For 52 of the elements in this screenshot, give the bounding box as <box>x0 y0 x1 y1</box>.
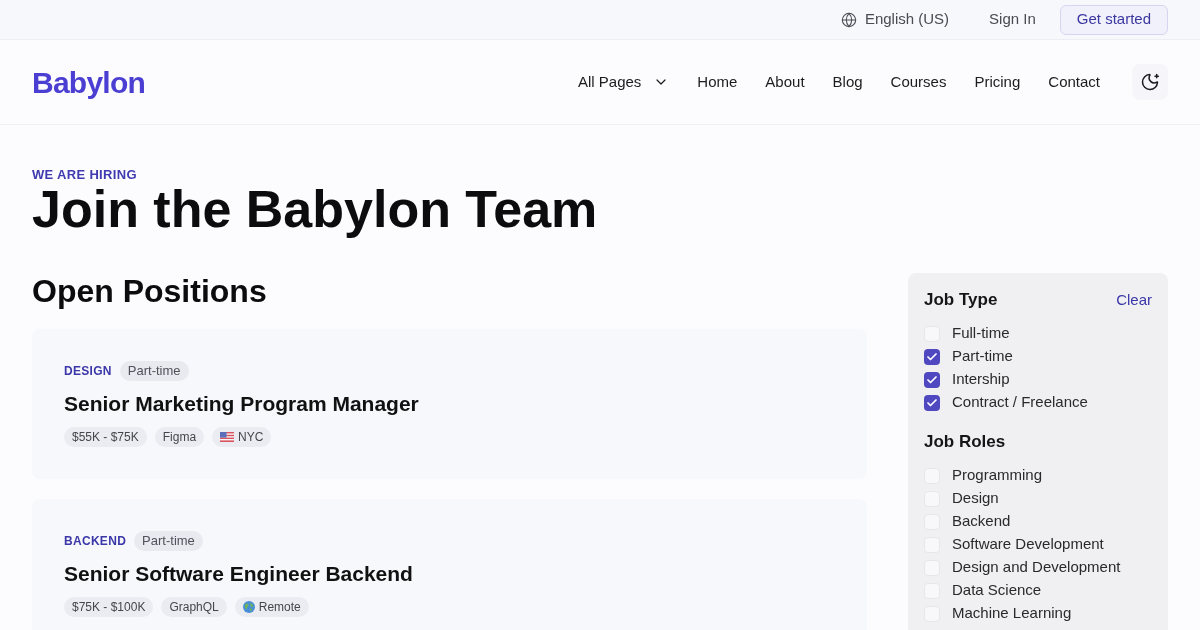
section-heading: Open Positions <box>32 273 268 309</box>
moon-icon <box>1140 72 1160 92</box>
skill-tag: Figma <box>154 427 205 447</box>
filter-option-label[interactable]: Intership <box>952 368 1010 391</box>
salary-tag: $55K - $75K <box>64 427 147 447</box>
flag-icon <box>220 432 235 442</box>
filter-heading: Job Roles <box>924 431 1006 454</box>
job-category: DESIGN <box>64 363 112 380</box>
nav-dropdown[interactable]: All Pages <box>577 70 670 94</box>
check-icon <box>926 350 938 363</box>
filter-option-label[interactable]: Backend <box>952 510 1011 533</box>
nav-link[interactable]: Blog <box>832 70 863 94</box>
check-icon <box>926 396 938 409</box>
eyebrow-text: WE ARE HIRING <box>32 167 138 183</box>
nav-link[interactable]: Home <box>697 70 738 94</box>
theme-toggle[interactable] <box>1132 64 1168 100</box>
job-type-badge: Part-time <box>134 531 203 551</box>
sign-in-link[interactable]: Sign In <box>989 8 1036 31</box>
filter-option-label[interactable]: Full-time <box>952 322 1010 345</box>
nav-link[interactable]: Pricing <box>974 70 1021 94</box>
skill-tag: GraphQL <box>161 597 227 617</box>
salary-tag: $75K - $100K <box>64 597 154 617</box>
checkbox[interactable] <box>924 371 940 388</box>
clear-link[interactable]: Clear <box>1116 288 1152 312</box>
filter-option-label[interactable]: Design <box>952 487 999 510</box>
location-text: NYC <box>238 429 264 446</box>
filter-option-label[interactable]: Programming <box>952 464 1043 487</box>
nav-link[interactable]: Contact <box>1048 70 1100 94</box>
check-icon <box>926 373 938 386</box>
filter-option-label[interactable]: Software Development <box>952 533 1104 556</box>
filter-option-label[interactable]: Part-time <box>952 345 1013 368</box>
job-type-badge: Part-time <box>119 361 189 381</box>
job-card[interactable]: DESIGN Part-time Senior Marketing Program Manager $55K - $75K Figma NYC <box>32 329 867 479</box>
filter-option-label[interactable]: Data Science <box>952 579 1042 602</box>
job-card[interactable]: BACKEND Part-time Senior Software Engineer Backend $75K - $100K GraphQL Remote <box>32 499 867 630</box>
filter-heading: Job Type <box>924 289 998 312</box>
nav-link[interactable]: Courses <box>890 70 947 94</box>
job-title[interactable]: Senior Marketing Program Manager <box>64 390 835 418</box>
logo[interactable]: Babylon <box>32 59 146 105</box>
globe-icon <box>242 601 255 613</box>
language-selector[interactable]: English (US) <box>840 8 950 31</box>
job-category: BACKEND <box>64 533 127 550</box>
filter-option-label[interactable]: Contract / Freelance <box>952 391 1088 414</box>
job-title[interactable]: Senior Software Engineer Backend <box>64 560 835 588</box>
nav-link[interactable]: About <box>765 70 805 94</box>
globe-icon <box>840 11 857 28</box>
filter-option-label[interactable]: Machine Learning <box>952 602 1072 625</box>
checkbox[interactable] <box>924 394 940 411</box>
get-started-button[interactable]: Get started <box>1059 4 1168 35</box>
remote-text: Remote <box>258 599 301 616</box>
filter-option-label[interactable]: Design and Development <box>952 556 1121 579</box>
checkbox[interactable] <box>924 348 940 365</box>
